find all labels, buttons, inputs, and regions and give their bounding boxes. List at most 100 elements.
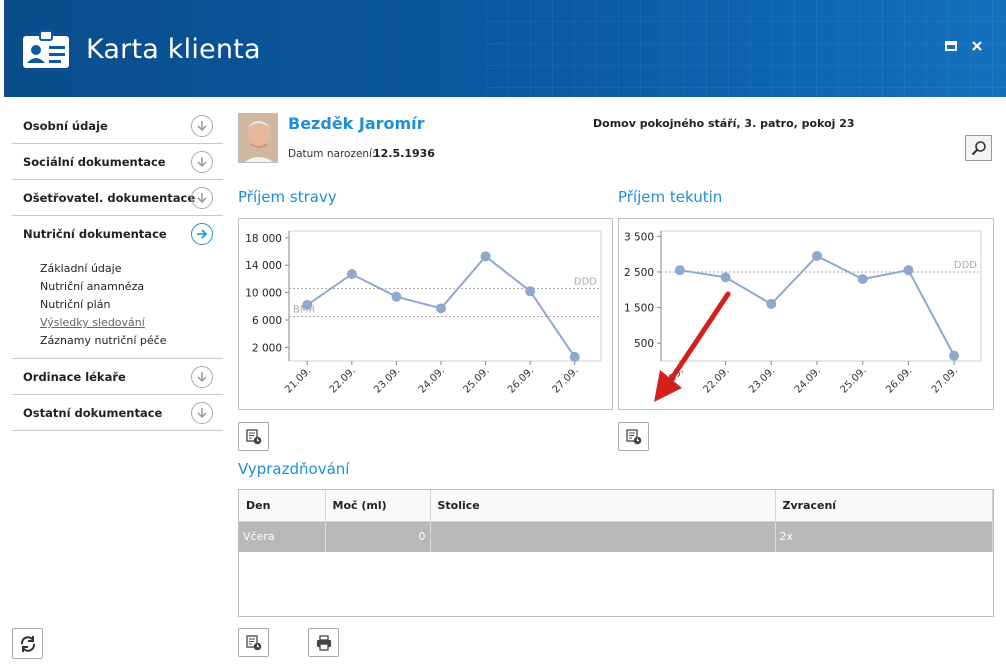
reference-label: DDD [574, 276, 597, 287]
sidebar-item-osobni-udaje[interactable]: Osobní údaje [12, 108, 223, 144]
sidebar-item-label: Nutriční dokumentace [23, 227, 167, 241]
data-point [525, 286, 536, 297]
close-icon[interactable] [970, 40, 984, 54]
history-icon [245, 634, 261, 650]
excretion-table: Den Moč (ml) Stolice Zvracení Včera 0 2x [238, 489, 994, 617]
annotation-arrow [654, 291, 731, 402]
sidebar-subitems: Základní údaje Nutriční anamnéza Nutričn… [12, 252, 223, 359]
y-tick-label: 2 000 [252, 342, 282, 354]
sidebar-item-label: Ordinace lékaře [23, 369, 126, 384]
maximize-icon[interactable] [944, 40, 958, 54]
x-tick-label: 21.09. [283, 365, 313, 395]
subitem-nutricni-plan[interactable]: Nutriční plán [40, 296, 223, 314]
subitem-zakladni-udaje[interactable]: Základní údaje [40, 260, 223, 278]
data-point [766, 299, 777, 310]
x-tick-label: 22.09. [328, 365, 358, 395]
arrow-right-icon[interactable] [191, 223, 213, 245]
y-tick-label: 3 500 [624, 231, 654, 243]
section-title-fluids: Příjem tekutin [618, 188, 723, 206]
search-button[interactable] [965, 135, 992, 161]
data-point [480, 251, 491, 262]
x-tick-label: 26.09. [884, 365, 914, 395]
data-point [812, 250, 822, 261]
y-tick-label: 18 000 [245, 233, 282, 245]
column-header-den[interactable]: Den [239, 490, 326, 522]
dob-label: Datum narození: [288, 148, 376, 160]
x-tick-label: 25.09. [839, 365, 869, 395]
x-tick-label: 26.09. [506, 365, 536, 395]
y-tick-label: 2 500 [624, 267, 654, 279]
excretion-history-button[interactable] [238, 628, 269, 657]
subitem-nutricni-anamneza[interactable]: Nutriční anamnéza [40, 278, 223, 296]
cell-stolice[interactable] [430, 521, 776, 552]
client-location: Domov pokojného stáří, 3. patro, pokoj 2… [593, 117, 855, 130]
chevron-down-icon[interactable] [191, 151, 213, 173]
subitem-vysledky-sledovani[interactable]: Výsledky sledování [40, 314, 223, 332]
x-tick-label: 24.09. [417, 365, 447, 395]
x-tick-label: 24.09. [793, 365, 823, 395]
chevron-down-icon[interactable] [191, 115, 213, 137]
title-bar: Karta klienta [4, 0, 1006, 97]
x-tick-label: 27.09. [551, 365, 581, 395]
sidebar-item-socialni-dokumentace[interactable]: Sociální dokumentace [12, 144, 223, 180]
printer-icon [316, 634, 331, 651]
plot-area [288, 230, 602, 362]
refresh-icon [20, 635, 35, 652]
sidebar-item-ordinace-lekare[interactable]: Ordinace lékaře [12, 359, 223, 395]
x-tick-label: 23.09. [747, 365, 777, 395]
x-tick-label: 25.09. [461, 365, 491, 395]
data-point [346, 269, 357, 280]
sidebar-item-label: Sociální dokumentace [23, 154, 166, 169]
sidebar-item-label: Osobní údaje [23, 118, 108, 133]
chevron-down-icon[interactable] [191, 402, 213, 424]
chart-food: 18 000 14 000 10 000 6 000 2 000 DDD BMR 21.09.… [238, 218, 613, 410]
print-button[interactable] [308, 628, 339, 657]
sidebar-item-osetrovatel-dokumentace[interactable]: Ošetřovatel. dokumentace [12, 180, 223, 216]
sidebar-item-label: Ošetřovatel. dokumentace [23, 190, 196, 205]
data-point [949, 350, 960, 361]
chart-food-svg: 18 00014 00010 0006 0002 000DDDBMR21.09.… [245, 230, 602, 396]
section-title-food: Příjem stravy [238, 188, 337, 206]
data-point [903, 265, 914, 276]
x-tick-label: 23.09. [372, 365, 402, 395]
cell-zvraceni[interactable]: 2x [775, 521, 993, 552]
section-title-excretion: Vyprazdňování [238, 460, 350, 478]
client-card-icon [23, 30, 69, 68]
column-header-moc[interactable]: Moč (ml) [325, 490, 431, 522]
data-point [569, 351, 580, 362]
magnifier-icon [971, 141, 986, 156]
table-header-row: Den Moč (ml) Stolice Zvracení [239, 490, 993, 522]
refresh-button[interactable] [12, 628, 43, 659]
client-name: Bezděk Jaromír [288, 114, 425, 133]
data-point [391, 291, 402, 302]
fluids-history-button[interactable] [618, 422, 649, 451]
sidebar: Osobní údaje Sociální dokumentace Ošetřo… [12, 108, 223, 431]
sidebar-item-nutricni-dokumentace[interactable]: Nutriční dokumentace [12, 216, 223, 252]
y-tick-label: 14 000 [245, 260, 282, 272]
subitem-zaznamy-nutricni-pece[interactable]: Záznamy nutriční péče [40, 332, 223, 350]
data-point [436, 303, 446, 314]
cell-den[interactable]: Včera [239, 521, 326, 552]
header-pattern [486, 0, 1006, 97]
column-header-stolice[interactable]: Stolice [430, 490, 776, 522]
client-photo [238, 113, 278, 163]
history-icon [245, 428, 261, 444]
table-row[interactable]: Včera 0 2x [239, 521, 993, 552]
app-window: Karta klienta Osobní údaje Sociální doku… [0, 0, 1006, 669]
reference-label: DDD [954, 260, 977, 271]
chevron-down-icon[interactable] [191, 366, 213, 388]
chevron-down-icon[interactable] [191, 187, 213, 209]
sidebar-item-ostatni-dokumentace[interactable]: Ostatní dokumentace [12, 395, 223, 431]
window-title: Karta klienta [86, 34, 261, 65]
sidebar-item-label: Ostatní dokumentace [23, 405, 163, 420]
data-point [674, 265, 685, 276]
history-icon [625, 428, 641, 444]
column-header-zvraceni[interactable]: Zvracení [775, 490, 993, 522]
data-point [857, 274, 868, 285]
x-tick-label: 27.09. [930, 365, 960, 395]
food-history-button[interactable] [238, 422, 269, 451]
cell-moc[interactable]: 0 [325, 521, 431, 552]
data-point [720, 272, 731, 283]
data-point [302, 299, 313, 310]
y-tick-label: 6 000 [252, 315, 282, 327]
